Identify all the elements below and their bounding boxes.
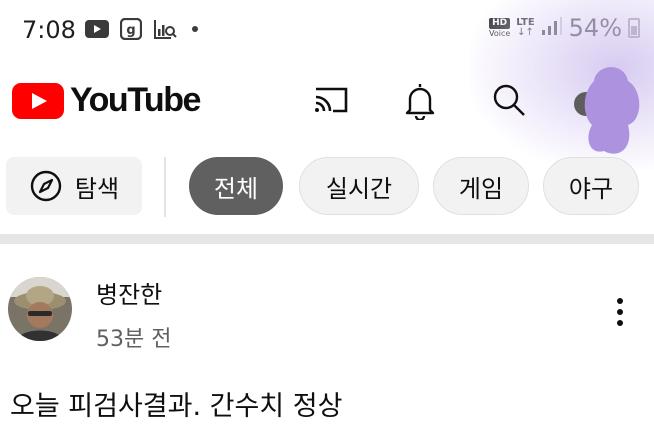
dot-icon — [192, 26, 198, 32]
video-icon — [84, 17, 110, 41]
more-options-button[interactable] — [605, 290, 635, 334]
account-avatar-button[interactable] — [574, 67, 640, 154]
chip-live[interactable]: 실시간 — [299, 157, 419, 215]
search-icon — [493, 84, 525, 116]
filter-chips-bar: 탐색 전체 실시간 게임 야구 — [0, 155, 654, 219]
avatar — [574, 67, 640, 154]
chip-baseball[interactable]: 야구 — [543, 157, 639, 215]
cast-button[interactable] — [310, 79, 352, 121]
battery-icon — [628, 18, 640, 38]
post-author[interactable]: 병잔한 — [96, 275, 162, 310]
status-system-icons: HD Voice LTE ↓↑ 54% — [488, 14, 640, 42]
more-vert-icon — [617, 298, 623, 304]
lte-icon: LTE ↓↑ — [516, 17, 535, 38]
post-time: 53분 전 — [96, 327, 172, 352]
g-app-icon: g — [118, 17, 144, 41]
post-text: 오늘 피검사결과. 간수치 정상 — [10, 391, 343, 422]
svg-text:g: g — [126, 23, 135, 38]
bell-icon — [405, 84, 435, 120]
chart-search-icon — [152, 17, 178, 41]
compass-icon — [30, 170, 62, 202]
status-time: 7:08 — [22, 16, 76, 44]
cast-icon — [315, 87, 348, 113]
channel-avatar[interactable] — [8, 277, 72, 341]
hd-voice-icon: HD Voice — [488, 17, 511, 38]
signal-icon — [541, 16, 563, 40]
notifications-button[interactable] — [399, 79, 441, 121]
search-button[interactable] — [488, 79, 530, 121]
battery-percentage: 54% — [568, 14, 622, 42]
status-notification-icons: g — [84, 17, 198, 41]
status-bar: 7:08 g HD Voice LTE ↓↑ 54% — [0, 0, 654, 64]
chip-divider — [164, 157, 166, 217]
explore-label: 탐색 — [74, 174, 120, 203]
chip-game[interactable]: 게임 — [433, 157, 529, 215]
app-bar: YouTube — [0, 64, 654, 154]
chip-all[interactable]: 전체 — [189, 157, 283, 215]
section-separator — [0, 234, 654, 244]
explore-chip[interactable]: 탐색 — [6, 157, 142, 215]
